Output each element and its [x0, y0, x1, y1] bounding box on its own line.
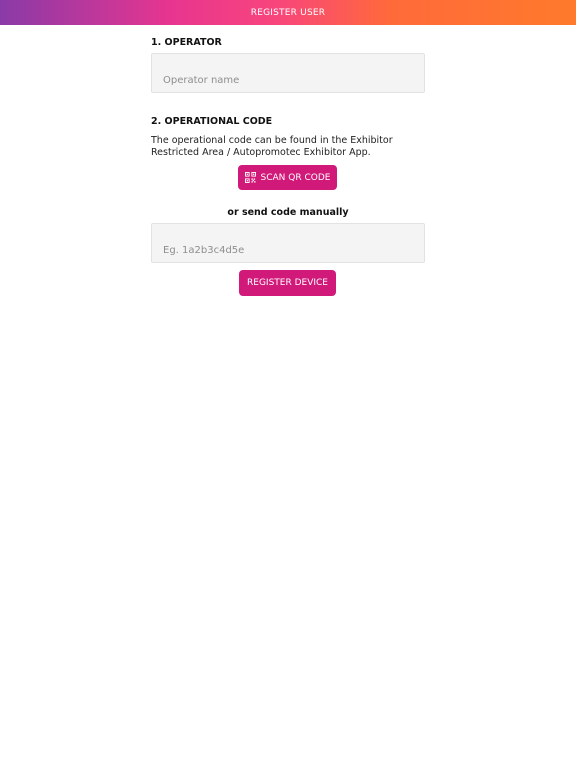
- register-device-button[interactable]: REGISTER DEVICE: [239, 270, 336, 296]
- page-title: REGISTER USER: [250, 7, 326, 18]
- qr-code-icon: [244, 172, 256, 183]
- register-device-label: REGISTER DEVICE: [247, 278, 328, 288]
- operator-input-container[interactable]: [151, 53, 425, 93]
- scan-qr-code-label: SCAN QR CODE: [260, 172, 331, 183]
- operational-code-description: The operational code can be found in the…: [151, 135, 393, 158]
- operator-section-title: 1. OPERATOR: [151, 37, 222, 48]
- app-header: REGISTER USER: [0, 0, 576, 25]
- code-input-container[interactable]: [151, 223, 425, 263]
- operator-name-input[interactable]: [152, 54, 424, 92]
- scan-qr-code-button[interactable]: SCAN QR CODE: [238, 165, 337, 190]
- manual-code-label: or send code manually: [227, 207, 349, 218]
- operational-code-section-title: 2. OPERATIONAL CODE: [151, 116, 273, 127]
- operational-code-input[interactable]: [152, 224, 424, 262]
